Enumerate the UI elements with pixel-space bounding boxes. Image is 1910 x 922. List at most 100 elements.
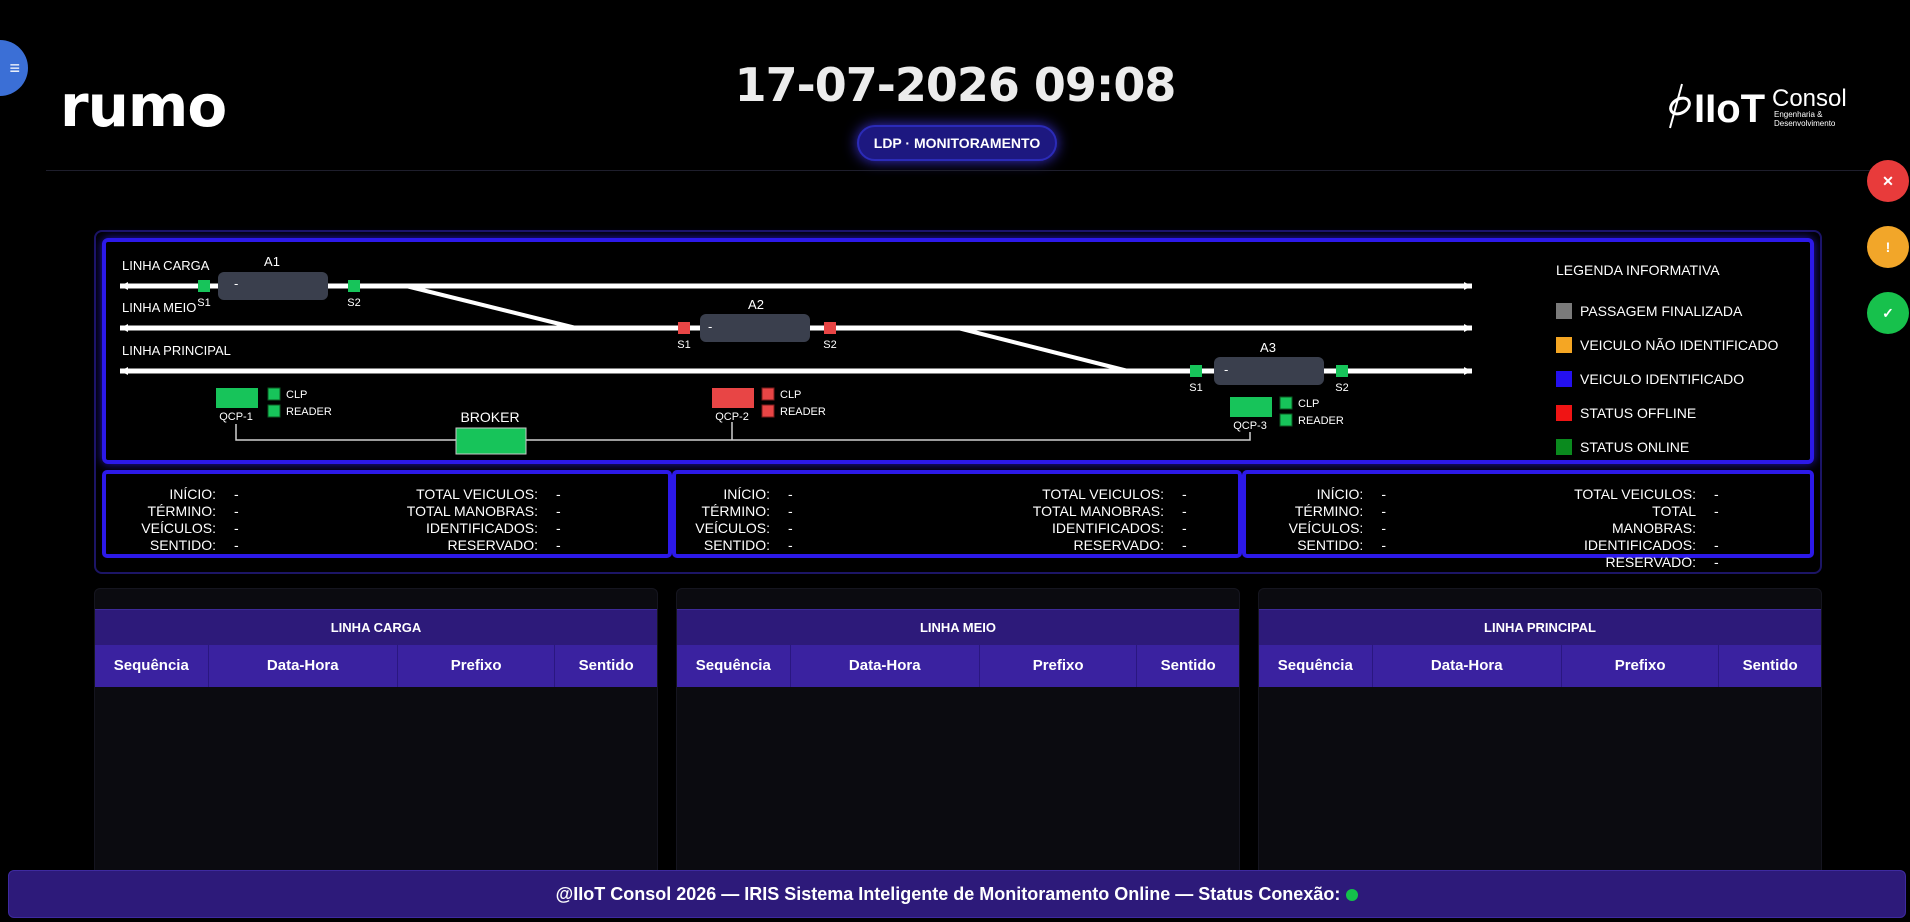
stat-label: TOTAL VEICULOS: bbox=[416, 486, 538, 502]
column-header-sentido[interactable]: Sentido bbox=[1137, 645, 1239, 687]
check-icon: ✓ bbox=[1882, 304, 1894, 321]
area-a3-wagon[interactable] bbox=[1214, 357, 1324, 385]
qcp1-label: QCP-1 bbox=[219, 411, 253, 423]
footer-text: @IIoT Consol 2026 — IRIS Sistema Intelig… bbox=[555, 884, 1341, 904]
column-header-sentido[interactable]: Sentido bbox=[555, 645, 657, 687]
stat-label: TÉRMINO: bbox=[1294, 503, 1364, 519]
qcp3-box[interactable] bbox=[1230, 397, 1272, 417]
stat-row: TOTAL MANOBRAS: - bbox=[1572, 503, 1772, 537]
stats-box-meio: INÍCIO: - TÉRMINO: - VEÍCULOS: - SENTIDO: - … bbox=[672, 470, 1242, 558]
stat-value: - bbox=[1381, 537, 1386, 553]
table-linha-meio: LINHA MEIO Sequência Data-Hora Prefixo S… bbox=[676, 588, 1240, 888]
legend-swatch bbox=[1556, 439, 1572, 455]
qcp1-reader-indicator bbox=[267, 404, 281, 418]
stat-row: RESERVADO: - bbox=[1572, 554, 1772, 571]
column-header-prefixo[interactable]: Prefixo bbox=[398, 645, 556, 687]
qcp2-clp-label: CLP bbox=[780, 389, 801, 401]
column-header-prefixo[interactable]: Prefixo bbox=[980, 645, 1138, 687]
current-datetime: 17-07-2026 09:08 bbox=[734, 58, 1177, 112]
stat-label: SENTIDO: bbox=[703, 537, 770, 553]
stat-value: - bbox=[1714, 554, 1719, 570]
table-linha-principal: LINHA PRINCIPAL Sequência Data-Hora Pref… bbox=[1258, 588, 1822, 888]
stat-row: SENTIDO: - bbox=[1246, 537, 1386, 554]
stat-value: - bbox=[556, 537, 561, 553]
area-a2-wagon[interactable] bbox=[700, 314, 810, 342]
column-header-sentido[interactable]: Sentido bbox=[1719, 645, 1821, 687]
arrow-left-principal bbox=[120, 367, 128, 375]
stat-row: TÉRMINO: - bbox=[1246, 503, 1386, 520]
area-a2-s1-sensor bbox=[678, 322, 690, 334]
stat-value: - bbox=[1381, 520, 1386, 536]
stat-label: SENTIDO: bbox=[149, 537, 216, 553]
stats-right-column: TOTAL VEICULOS: - TOTAL MANOBRAS: - IDENTI… bbox=[376, 486, 576, 554]
column-header-data-hora[interactable]: Data-Hora bbox=[791, 645, 980, 687]
area-a1-value: - bbox=[234, 276, 238, 291]
switch-carga-meio bbox=[405, 284, 577, 330]
stat-label: TÉRMINO: bbox=[701, 503, 770, 519]
network-links bbox=[235, 422, 1251, 441]
logo-sub2-text: Desenvolvimento bbox=[1774, 119, 1836, 128]
logo-consol-text: Consol bbox=[1772, 85, 1847, 112]
label-linha-carga: LINHA CARGA bbox=[122, 258, 210, 273]
table-title: LINHA CARGA bbox=[95, 609, 657, 645]
stat-label: INÍCIO: bbox=[169, 486, 216, 502]
warning-icon: ! bbox=[1885, 239, 1891, 255]
stat-row: RESERVADO: - bbox=[998, 537, 1198, 554]
stat-label: RESERVADO: bbox=[447, 537, 538, 553]
broker-box[interactable] bbox=[455, 427, 527, 455]
qcp1-reader-label: READER bbox=[286, 406, 332, 418]
qcp2-reader-indicator bbox=[761, 404, 775, 418]
legend-swatch bbox=[1556, 303, 1572, 319]
stat-label: INÍCIO: bbox=[1316, 486, 1364, 502]
stat-value: - bbox=[1714, 486, 1719, 502]
table-header: Sequência Data-Hora Prefixo Sentido bbox=[95, 645, 657, 687]
legend-swatch bbox=[1556, 337, 1572, 353]
legend-item: STATUS OFFLINE bbox=[1556, 396, 1778, 430]
label-linha-principal: LINHA PRINCIPAL bbox=[122, 343, 231, 358]
column-header-sequencia[interactable]: Sequência bbox=[1259, 645, 1373, 687]
arrow-right-principal bbox=[1464, 367, 1472, 375]
stat-row: TOTAL VEICULOS: - bbox=[1572, 486, 1772, 503]
stat-label: IDENTIFICADOS: bbox=[1583, 537, 1696, 553]
qcp2-box[interactable] bbox=[712, 388, 754, 408]
logo-iiot-text: IIoT bbox=[1694, 87, 1765, 131]
stat-value: - bbox=[556, 520, 561, 536]
stat-value: - bbox=[1714, 503, 1719, 519]
stat-value: - bbox=[1381, 486, 1386, 502]
table-header: Sequência Data-Hora Prefixo Sentido bbox=[1259, 645, 1821, 687]
ok-status-button[interactable]: ✓ bbox=[1867, 292, 1909, 334]
legend-item: VEICULO IDENTIFICADO bbox=[1556, 362, 1778, 396]
stats-left-column: INÍCIO: - TÉRMINO: - VEÍCULOS: - SENTIDO: - bbox=[106, 486, 246, 554]
stats-left-column: INÍCIO: - TÉRMINO: - VEÍCULOS: - SENTIDO: - bbox=[676, 486, 816, 554]
switch-meio-principal bbox=[957, 326, 1129, 373]
column-header-data-hora[interactable]: Data-Hora bbox=[1373, 645, 1562, 687]
legend-label: PASSAGEM FINALIZADA bbox=[1580, 303, 1743, 319]
error-alerts-button[interactable]: ✕ bbox=[1867, 160, 1909, 202]
stat-label: RESERVADO: bbox=[1605, 554, 1696, 570]
area-a3-s2-label: S2 bbox=[1335, 382, 1348, 394]
legend-label: VEICULO IDENTIFICADO bbox=[1580, 371, 1745, 387]
stat-row: IDENTIFICADOS: - bbox=[998, 520, 1198, 537]
stat-row: RESERVADO: - bbox=[376, 537, 576, 554]
stat-row: INÍCIO: - bbox=[676, 486, 816, 503]
warning-alerts-button[interactable]: ! bbox=[1867, 226, 1909, 268]
area-a2-label: A2 bbox=[748, 297, 764, 312]
stat-label: IDENTIFICADOS: bbox=[425, 520, 538, 536]
arrow-right-carga bbox=[1464, 282, 1472, 290]
area-a1-s2-sensor bbox=[348, 280, 360, 292]
column-header-data-hora[interactable]: Data-Hora bbox=[209, 645, 398, 687]
column-header-sequencia[interactable]: Sequência bbox=[95, 645, 209, 687]
area-a3-s1-sensor bbox=[1190, 365, 1202, 377]
stat-row: TÉRMINO: - bbox=[106, 503, 246, 520]
stat-row: TOTAL MANOBRAS: - bbox=[998, 503, 1198, 520]
area-a3-label: A3 bbox=[1260, 340, 1276, 355]
stat-value: - bbox=[1182, 537, 1187, 553]
column-header-sequencia[interactable]: Sequência bbox=[677, 645, 791, 687]
stats-box-principal: INÍCIO: - TÉRMINO: - VEÍCULOS: - SENTIDO: - … bbox=[1242, 470, 1814, 570]
network-bus-line bbox=[235, 424, 1251, 441]
logo-sub1-text: Engenharia & bbox=[1774, 110, 1823, 119]
stat-value: - bbox=[788, 537, 793, 553]
qcp1-box[interactable] bbox=[216, 388, 258, 408]
column-header-prefixo[interactable]: Prefixo bbox=[1562, 645, 1720, 687]
stat-value: - bbox=[234, 537, 239, 553]
